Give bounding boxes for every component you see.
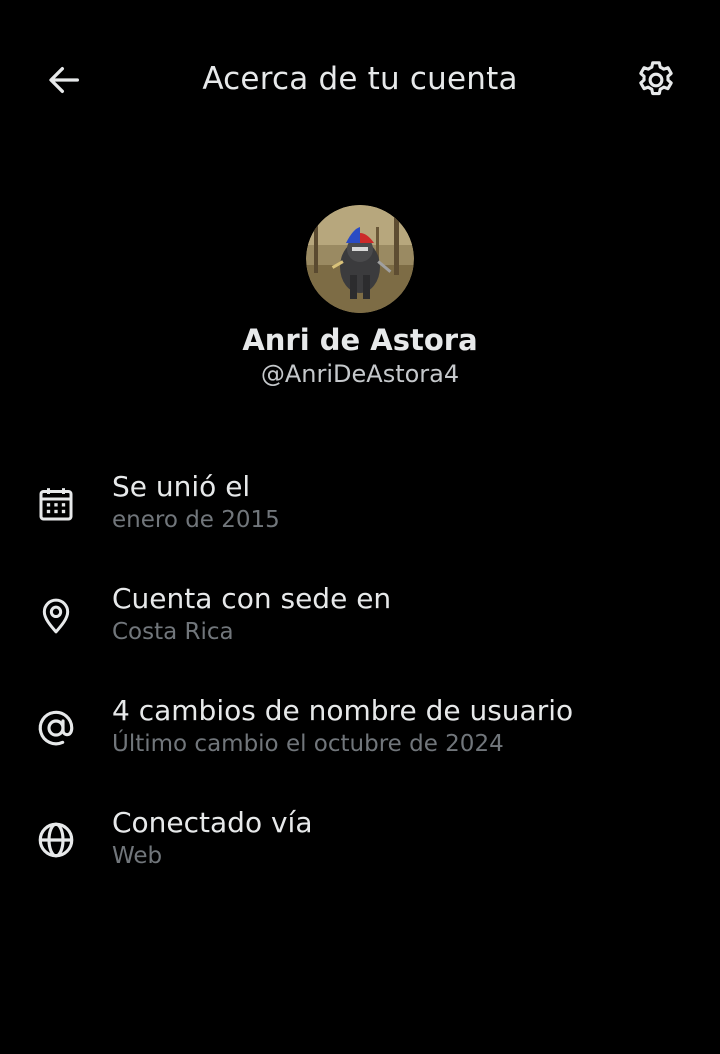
settings-button[interactable]	[630, 54, 682, 106]
list-item-connected-via: Conectado vía Web	[0, 798, 720, 910]
avatar[interactable]	[306, 205, 414, 313]
list-item-location: Cuenta con sede en Costa Rica	[0, 574, 720, 686]
calendar-icon	[39, 488, 73, 521]
account-info-list: Se unió el enero de 2015 Cuenta con sede…	[0, 462, 720, 910]
info-title: Conectado vía	[112, 806, 313, 839]
info-title: Cuenta con sede en	[112, 582, 392, 615]
profile-summary: Anri de Astora @AnriDeAstora4	[0, 205, 720, 389]
info-title: Se unió el	[112, 470, 251, 503]
globe-icon	[38, 822, 74, 858]
display-name: Anri de Astora	[242, 323, 478, 357]
info-subtitle: enero de 2015	[112, 507, 280, 533]
info-subtitle: Web	[112, 843, 163, 869]
info-subtitle: Costa Rica	[112, 619, 234, 645]
page-title: Acerca de tu cuenta	[202, 61, 518, 97]
top-app-bar: Acerca de tu cuenta	[0, 0, 720, 160]
info-subtitle: Último cambio el octubre de 2024	[112, 731, 504, 757]
list-item-username-changes: 4 cambios de nombre de usuario Último ca…	[0, 686, 720, 798]
user-handle: @AnriDeAstora4	[260, 360, 460, 388]
location-pin-icon	[42, 598, 70, 634]
info-title: 4 cambios de nombre de usuario	[112, 694, 574, 727]
at-sign-icon	[38, 710, 74, 746]
gear-icon	[639, 61, 673, 96]
list-item-joined: Se unió el enero de 2015	[0, 462, 720, 574]
